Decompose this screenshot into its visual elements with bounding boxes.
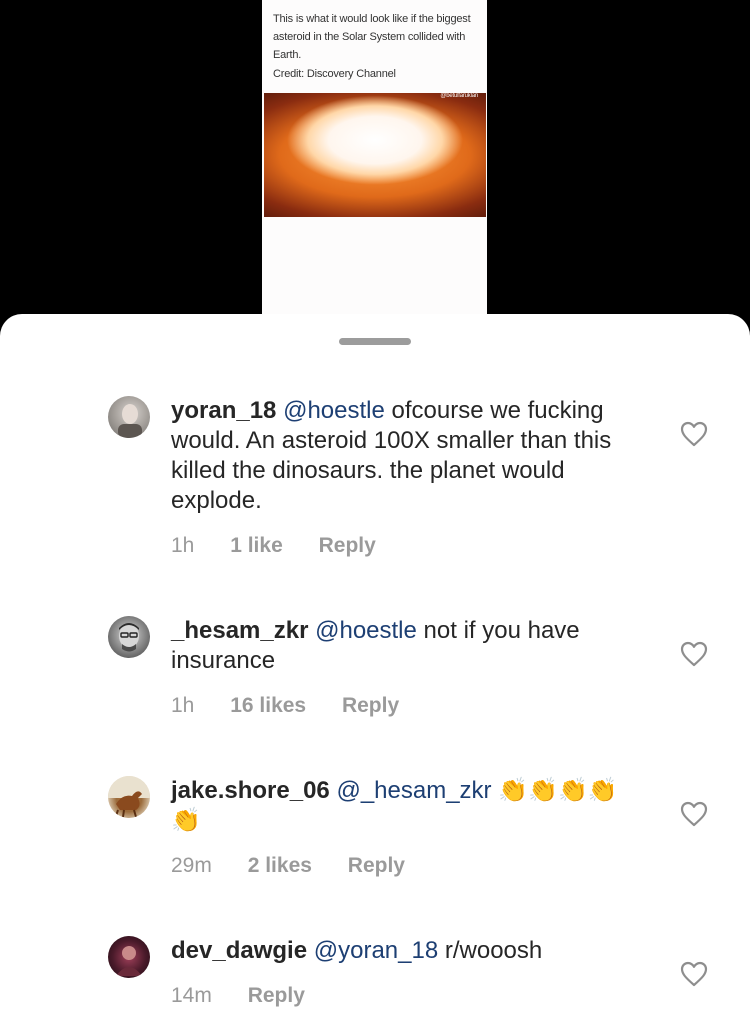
- comment-mention[interactable]: @yoran_18: [314, 937, 438, 964]
- avatar[interactable]: [108, 396, 150, 438]
- media-backdrop: This is what it would look like if the b…: [0, 0, 750, 330]
- comment-time: 1h: [171, 534, 195, 557]
- comment-likes[interactable]: 2 likes: [248, 854, 312, 878]
- comment-likes[interactable]: 1 like: [230, 534, 283, 558]
- comment-likes[interactable]: 16 likes: [230, 694, 306, 718]
- comments-sheet: yoran_18 @hoestle ofcourse we fucking wo…: [0, 314, 750, 1022]
- post-watermark: @betulfaruklan: [440, 93, 478, 99]
- reply-button[interactable]: Reply: [248, 984, 305, 1008]
- comment-meta: 1h 16 likes Reply: [171, 694, 429, 718]
- heart-icon[interactable]: [680, 641, 708, 667]
- comment-text: yoran_18 @hoestle ofcourse we fucking wo…: [171, 396, 641, 516]
- sheet-drag-handle[interactable]: [339, 338, 411, 345]
- comment-text: dev_dawgie @yoran_18 r/wooosh: [171, 936, 641, 966]
- post-caption: This is what it would look like if the b…: [273, 13, 471, 61]
- avatar[interactable]: [108, 936, 150, 978]
- reply-button[interactable]: Reply: [319, 534, 376, 558]
- comment-mention[interactable]: @hoestle: [315, 617, 417, 644]
- comment-meta: 1h 1 like Reply: [171, 534, 406, 558]
- comment-time: 1h: [171, 694, 195, 717]
- comment-mention[interactable]: @_hesam_zkr: [336, 777, 491, 804]
- post-preview[interactable]: This is what it would look like if the b…: [262, 0, 487, 320]
- comment-meta: 14m Reply: [171, 984, 335, 1008]
- comment-username[interactable]: yoran_18: [171, 397, 276, 424]
- avatar[interactable]: [108, 616, 150, 658]
- comment-username[interactable]: _hesam_zkr: [171, 617, 308, 644]
- comment-body: r/wooosh: [438, 937, 543, 964]
- comment-time: 14m: [171, 984, 212, 1007]
- comment-mention[interactable]: @hoestle: [283, 397, 385, 424]
- comment-time: 29m: [171, 854, 212, 877]
- reply-button[interactable]: Reply: [348, 854, 405, 878]
- heart-icon[interactable]: [680, 961, 708, 987]
- heart-icon[interactable]: [680, 801, 708, 827]
- comment-username[interactable]: dev_dawgie: [171, 937, 307, 964]
- avatar[interactable]: [108, 776, 150, 818]
- reply-button[interactable]: Reply: [342, 694, 399, 718]
- post-credit: Credit: Discovery Channel: [273, 68, 396, 80]
- heart-icon[interactable]: [680, 421, 708, 447]
- comment-text: jake.shore_06 @_hesam_zkr 👏👏👏👏👏: [171, 776, 641, 836]
- comment-meta: 29m 2 likes Reply: [171, 854, 435, 878]
- post-image[interactable]: @betulfaruklan: [264, 93, 486, 217]
- comment-username[interactable]: jake.shore_06: [171, 777, 330, 804]
- comment-text: _hesam_zkr @hoestle not if you have insu…: [171, 616, 641, 676]
